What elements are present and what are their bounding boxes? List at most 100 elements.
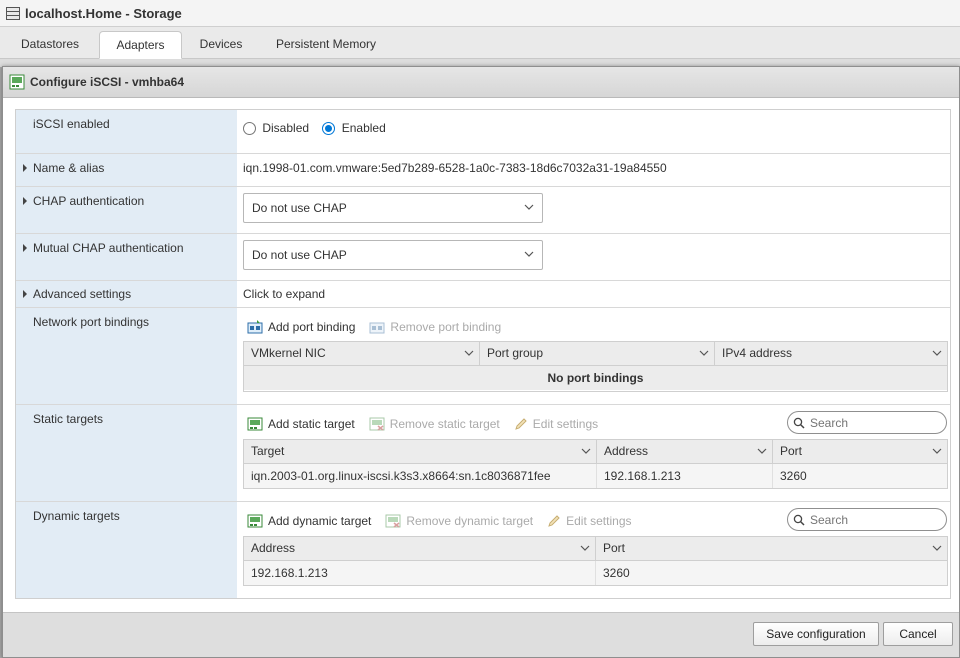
dynamic-targets-search[interactable]	[787, 508, 947, 531]
enabled-radio[interactable]	[322, 122, 336, 136]
tab-devices[interactable]: Devices	[190, 31, 252, 59]
chevron-down-icon	[932, 448, 942, 454]
remove-target-icon	[385, 514, 401, 528]
dynamic-targets-grid: Address Port 192.168.1.213 3260	[243, 536, 948, 586]
dynamic-targets-toolbar: Add dynamic target Remove dynamic target	[247, 511, 646, 531]
remove-port-binding-label: Remove port binding	[390, 320, 502, 334]
row-chap: CHAP authentication Do not use CHAP	[16, 187, 950, 234]
static-targets-toolbar: Add static target Remove static target E…	[247, 414, 612, 434]
row-name-alias: Name & alias iqn.1998-01.com.vmware:5ed7…	[16, 154, 950, 187]
advanced-settings-label[interactable]: Advanced settings	[22, 287, 131, 301]
table-row[interactable]: iqn.2003-01.org.linux-iscsi.k3s3.x8664:s…	[244, 464, 947, 488]
remove-static-target-button[interactable]: Remove static target	[369, 417, 500, 431]
remove-port-binding-icon	[369, 322, 385, 334]
iqn-name-value: iqn.1998-01.com.vmware:5ed7b289-6528-1a0…	[243, 161, 667, 175]
static-targets-search-input[interactable]	[810, 415, 930, 430]
add-target-icon	[247, 514, 263, 528]
remove-dynamic-target-button[interactable]: Remove dynamic target	[385, 514, 533, 528]
static-targets-grid: Target Address Port iqn.2003-01.org.linu…	[243, 439, 948, 489]
dynamic-target-address: 192.168.1.213	[244, 561, 596, 585]
col-address[interactable]: Address	[597, 440, 773, 463]
static-target-port: 3260	[780, 469, 807, 483]
chevron-down-icon	[757, 448, 767, 454]
name-alias-label[interactable]: Name & alias	[22, 161, 104, 175]
add-target-icon	[247, 417, 263, 431]
col-port-label: Port	[780, 444, 803, 458]
mutual-chap-label[interactable]: Mutual CHAP authentication	[23, 241, 184, 255]
row-advanced-settings: Advanced settings Click to expand	[16, 281, 950, 308]
col-port-group-label: Port group	[487, 346, 544, 360]
col-target[interactable]: Target	[244, 440, 597, 463]
no-port-bindings-message: No port bindings	[244, 366, 947, 390]
row-iscsi-enabled: iSCSI enabled Disabled Enabled	[16, 110, 950, 154]
remove-port-binding-button[interactable]: Remove port binding	[369, 320, 501, 334]
static-targets-header: Target Address Port	[244, 440, 947, 464]
row-static-targets: Static targets Add static target Remove …	[16, 405, 950, 502]
add-static-target-label: Add static target	[268, 417, 355, 431]
add-port-binding-label: Add port binding	[268, 320, 356, 334]
advanced-settings-expand[interactable]: Click to expand	[243, 287, 325, 301]
col-port[interactable]: Port	[773, 440, 947, 463]
chap-select[interactable]: Do not use CHAP	[243, 193, 543, 223]
search-icon	[793, 417, 805, 429]
col-vmkernel-nic-label: VMkernel NIC	[251, 346, 326, 360]
edit-static-settings-button[interactable]: Edit settings	[514, 417, 598, 431]
row-port-bindings: Network port bindings Add port binding R…	[16, 308, 950, 405]
port-bindings-header: VMkernel NIC Port group IPv4 address	[244, 342, 947, 366]
mutual-chap-select[interactable]: Do not use CHAP	[243, 240, 543, 270]
col-port[interactable]: Port	[596, 537, 947, 560]
dynamic-targets-search-input[interactable]	[810, 512, 930, 527]
col-ipv4-address-label: IPv4 address	[722, 346, 793, 360]
port-bindings-grid: VMkernel NIC Port group IPv4 address No …	[243, 341, 948, 392]
chevron-down-icon	[699, 350, 709, 356]
remove-target-icon	[369, 417, 385, 431]
enabled-radio-label[interactable]: Enabled	[342, 121, 386, 135]
cancel-button[interactable]: Cancel	[883, 622, 953, 646]
add-port-binding-button[interactable]: Add port binding	[247, 320, 355, 334]
add-dynamic-target-button[interactable]: Add dynamic target	[247, 514, 371, 528]
table-row[interactable]: 192.168.1.213 3260	[244, 561, 947, 585]
disabled-radio[interactable]	[243, 122, 256, 136]
mutual-chap-select-value: Do not use CHAP	[252, 248, 347, 262]
edit-dynamic-settings-label: Edit settings	[566, 514, 632, 528]
col-address-label: Address	[251, 541, 296, 555]
edit-dynamic-settings-button[interactable]: Edit settings	[547, 514, 632, 528]
remove-dynamic-target-label: Remove dynamic target	[406, 514, 534, 528]
iscsi-enabled-radio-group: Disabled Enabled	[243, 121, 386, 136]
chevron-down-icon	[581, 448, 591, 454]
dialog-footer: Save configuration Cancel	[3, 612, 959, 657]
add-static-target-button[interactable]: Add static target	[247, 417, 355, 431]
port-bindings-toolbar: Add port binding Remove port binding	[247, 317, 515, 337]
chevron-down-icon	[580, 545, 590, 551]
dynamic-targets-header: Address Port	[244, 537, 947, 561]
disabled-radio-label[interactable]: Disabled	[262, 121, 309, 135]
remove-static-target-label: Remove static target	[389, 417, 500, 431]
tab-persistent-memory[interactable]: Persistent Memory	[268, 31, 384, 59]
col-ipv4-address[interactable]: IPv4 address	[715, 342, 947, 365]
row-mutual-chap: Mutual CHAP authentication Do not use CH…	[16, 234, 950, 281]
iscsi-config-form: iSCSI enabled Disabled Enabled Name & al…	[15, 109, 951, 599]
static-targets-search[interactable]	[787, 411, 947, 434]
dialog-header: Configure iSCSI - vmhba64	[3, 67, 959, 98]
static-target-address: 192.168.1.213	[597, 464, 773, 488]
static-targets-label: Static targets	[33, 412, 104, 426]
tab-datastores[interactable]: Datastores	[14, 31, 86, 59]
col-vmkernel-nic[interactable]: VMkernel NIC	[244, 342, 480, 365]
tab-adapters[interactable]: Adapters	[99, 31, 182, 59]
add-port-binding-icon	[247, 320, 263, 334]
app-title-bar: localhost.Home - Storage	[0, 0, 960, 27]
iscsi-adapter-icon	[9, 74, 25, 90]
tab-bar: Datastores Adapters Devices Persistent M…	[0, 27, 960, 59]
configure-iscsi-dialog: Configure iSCSI - vmhba64 iSCSI enabled …	[2, 66, 960, 658]
col-port-group[interactable]: Port group	[480, 342, 715, 365]
add-dynamic-target-label: Add dynamic target	[268, 514, 372, 528]
chevron-down-icon	[464, 350, 474, 356]
chap-select-value: Do not use CHAP	[252, 201, 347, 215]
col-address[interactable]: Address	[244, 537, 596, 560]
col-port-label: Port	[603, 541, 626, 555]
storage-icon	[6, 6, 20, 20]
chap-label[interactable]: CHAP authentication	[22, 194, 144, 208]
pencil-icon	[514, 418, 527, 430]
edit-static-settings-label: Edit settings	[532, 417, 599, 431]
save-configuration-button[interactable]: Save configuration	[753, 622, 879, 646]
